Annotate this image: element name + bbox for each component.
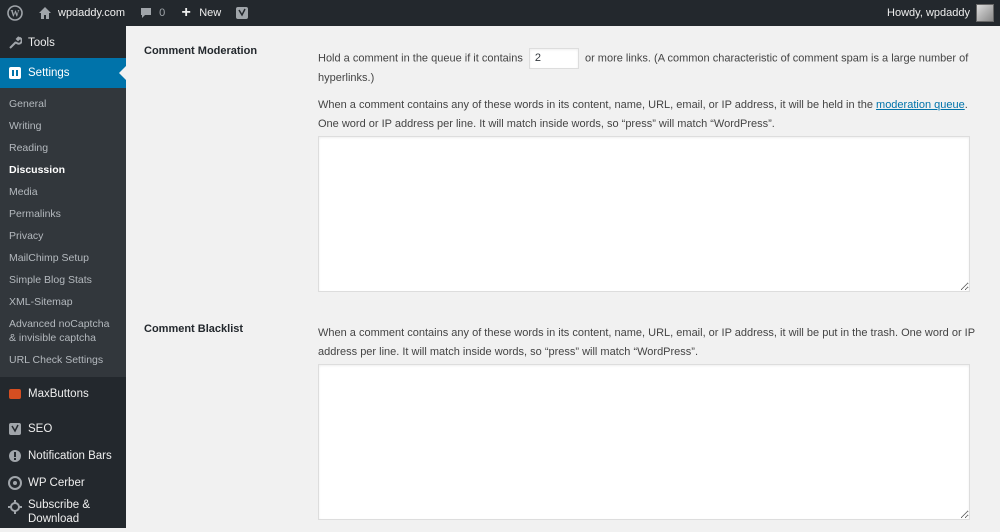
- moderation-links-setting: Hold a comment in the queue if it contai…: [318, 48, 978, 88]
- notification-icon: [7, 448, 23, 464]
- sidebar-item-tools[interactable]: Tools: [0, 28, 126, 58]
- wrench-icon: [7, 35, 23, 51]
- admin-sidebar: Tools Settings General Writing Reading D…: [0, 26, 126, 528]
- submenu-item-privacy[interactable]: Privacy: [0, 225, 126, 247]
- submenu-item-advanced-nocaptcha[interactable]: Advanced noCaptcha & invisible captcha: [0, 313, 126, 349]
- sidebar-item-seo[interactable]: SEO: [0, 414, 126, 444]
- submenu-item-reading[interactable]: Reading: [0, 137, 126, 159]
- new-label: New: [199, 7, 222, 19]
- subscribe-icon: [7, 499, 23, 515]
- sidebar-item-label: SEO: [28, 423, 53, 435]
- my-account-menu[interactable]: Howdy, wpdaddy: [881, 0, 1000, 26]
- yoast-seo-button[interactable]: [227, 0, 261, 26]
- moderation-links-input[interactable]: 2: [528, 48, 579, 69]
- submenu-item-url-check-settings[interactable]: URL Check Settings: [0, 349, 126, 371]
- sidebar-item-label: WP Cerber: [28, 477, 85, 489]
- home-icon: [36, 4, 54, 22]
- howdy-greeting: Howdy, wpdaddy: [887, 7, 970, 19]
- sidebar-item-label: Subscribe & Download: [28, 499, 91, 525]
- sidebar-item-label: Settings: [28, 67, 70, 79]
- new-content-button[interactable]: + New: [171, 0, 227, 26]
- submenu-item-permalinks[interactable]: Permalinks: [0, 203, 126, 225]
- submenu-item-general[interactable]: General: [0, 93, 126, 115]
- site-name-link[interactable]: wpdaddy.com: [30, 0, 131, 26]
- yoast-icon: [233, 4, 251, 22]
- comment-blacklist-label: Comment Blacklist: [144, 323, 244, 335]
- submenu-item-media[interactable]: Media: [0, 181, 126, 203]
- wp-logo-button[interactable]: W: [0, 0, 30, 26]
- submenu-item-discussion[interactable]: Discussion: [0, 159, 126, 181]
- moderation-queue-link[interactable]: moderation queue: [876, 99, 965, 111]
- sidebar-item-label: Tools: [28, 37, 55, 49]
- yoast-icon: [7, 421, 23, 437]
- sidebar-item-subscribe-download[interactable]: Subscribe & Download: [0, 496, 126, 532]
- discussion-settings-content: Comment Moderation Hold a comment in the…: [126, 26, 1000, 528]
- admin-bar: W wpdaddy.com 0 + New Howdy, wpdaddy: [0, 0, 1000, 26]
- site-name: wpdaddy.com: [58, 7, 126, 19]
- settings-icon: [7, 65, 23, 81]
- comment-bubble-icon: [137, 4, 155, 22]
- plus-icon: +: [181, 4, 191, 21]
- sidebar-item-notification-bars[interactable]: Notification Bars: [0, 441, 126, 471]
- cerber-icon: [7, 475, 23, 491]
- sidebar-item-settings[interactable]: Settings: [0, 58, 126, 88]
- submenu-item-mailchimp-setup[interactable]: MailChimp Setup: [0, 247, 126, 269]
- sidebar-item-wp-cerber[interactable]: WP Cerber: [0, 468, 126, 498]
- blacklist-keys-description: When a comment contains any of these wor…: [318, 327, 975, 358]
- moderation-desc-prefix: When a comment contains any of these wor…: [318, 99, 873, 111]
- moderation-keys-description: When a comment contains any of these wor…: [318, 96, 978, 134]
- submenu-item-simple-blog-stats[interactable]: Simple Blog Stats: [0, 269, 126, 291]
- comment-moderation-label: Comment Moderation: [144, 45, 258, 57]
- svg-text:W: W: [11, 9, 20, 19]
- submenu-item-writing[interactable]: Writing: [0, 115, 126, 137]
- submenu-item-xml-sitemap[interactable]: XML-Sitemap: [0, 291, 126, 313]
- hold-prefix-text: Hold a comment in the queue if it contai…: [318, 52, 523, 65]
- comments-link[interactable]: 0: [131, 0, 171, 26]
- blacklist-keys-textarea[interactable]: [318, 364, 970, 520]
- sidebar-item-label: MaxButtons: [28, 388, 89, 400]
- sidebar-item-maxbuttons[interactable]: MaxButtons: [0, 379, 126, 409]
- wordpress-logo-icon: W: [6, 4, 24, 22]
- sidebar-item-label: Notification Bars: [28, 450, 112, 462]
- comments-count: 0: [159, 7, 166, 19]
- moderation-keys-textarea[interactable]: [318, 136, 970, 292]
- settings-submenu: General Writing Reading Discussion Media…: [0, 88, 126, 377]
- avatar: [976, 4, 994, 22]
- maxbuttons-icon: [7, 386, 23, 402]
